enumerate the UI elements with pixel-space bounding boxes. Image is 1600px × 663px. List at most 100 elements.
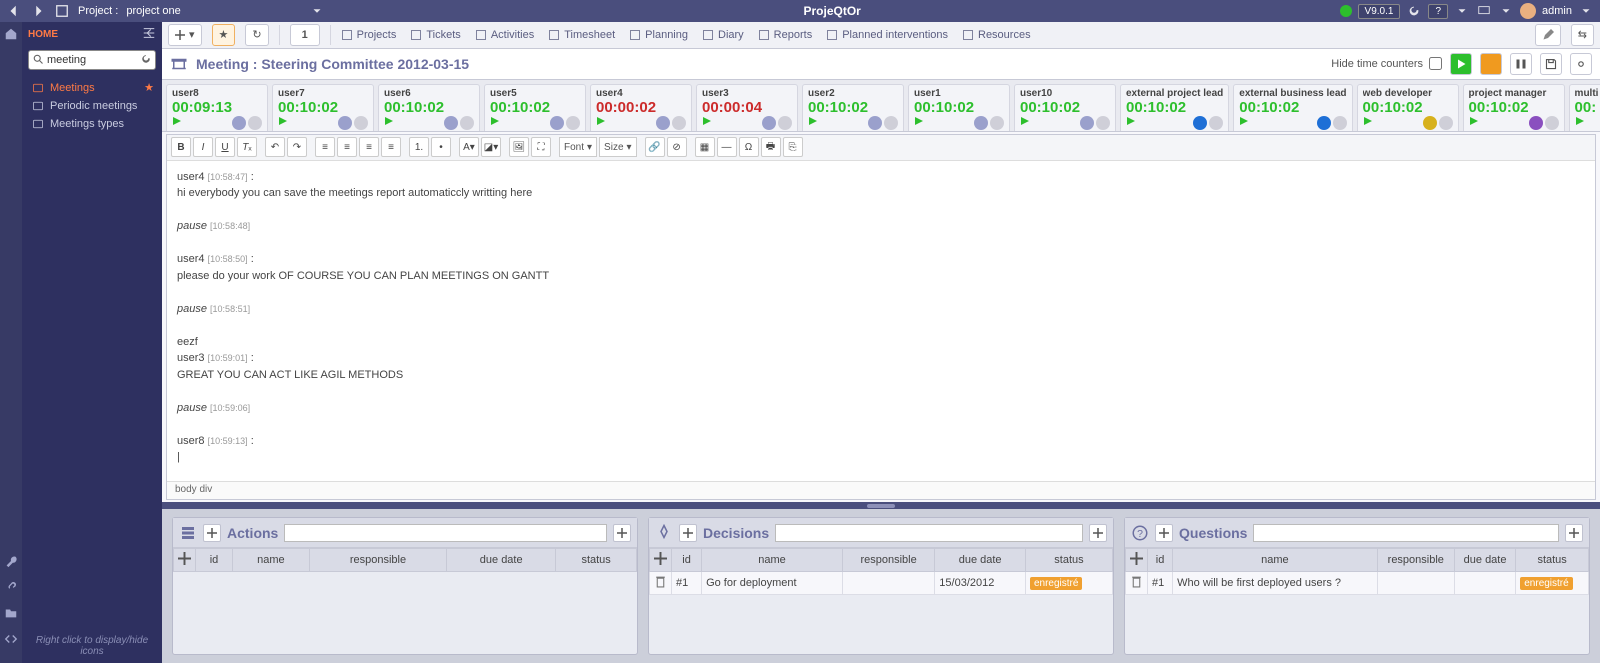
sidebar-item-2[interactable]: Meetings types [22, 115, 162, 133]
add-row-icon[interactable] [1130, 552, 1143, 565]
timer-play-icon[interactable] [1020, 116, 1030, 129]
col-header[interactable]: responsible [842, 549, 934, 572]
nav-tickets[interactable]: Tickets [410, 29, 460, 41]
add-row-icon[interactable] [654, 552, 667, 565]
col-header[interactable]: due date [1454, 549, 1515, 572]
actions-add-button[interactable] [203, 524, 221, 542]
save-button[interactable] [1540, 53, 1562, 75]
align-right-button[interactable]: ≡ [359, 137, 379, 157]
bookmark-button[interactable]: ★ [212, 24, 236, 46]
decisions-add-button[interactable] [679, 524, 697, 542]
sidebar-item-1[interactable]: Periodic meetings [22, 97, 162, 115]
timer-play-icon[interactable] [1239, 116, 1249, 129]
col-header[interactable]: due date [935, 549, 1026, 572]
questions-filter-input[interactable] [1253, 524, 1559, 542]
display-icon[interactable] [1476, 3, 1492, 19]
timer-play-icon[interactable] [1363, 116, 1373, 129]
chevron-down-icon-2[interactable] [1498, 3, 1514, 19]
history-button[interactable]: ↻ [245, 24, 268, 46]
copy-button[interactable]: ⎘ [783, 137, 803, 157]
horizontal-splitter[interactable] [162, 502, 1600, 509]
fullscreen-button[interactable]: ⛶ [531, 137, 551, 157]
project-name[interactable]: project one [126, 5, 180, 17]
col-header[interactable]: id [1148, 549, 1173, 572]
star-icon[interactable]: ★ [144, 81, 154, 94]
questions-add-button[interactable] [1155, 524, 1173, 542]
col-header[interactable]: id [672, 549, 702, 572]
nav-projects[interactable]: Projects [341, 29, 397, 41]
sidebar-home-label[interactable]: home [28, 29, 58, 40]
delete-row-icon[interactable] [654, 575, 667, 588]
collapse-sidebar-icon[interactable] [142, 26, 156, 43]
timer-play-icon[interactable] [172, 116, 182, 129]
col-header[interactable]: status [1516, 549, 1589, 572]
folder-icon[interactable] [3, 605, 19, 621]
user-name[interactable]: admin [1542, 5, 1572, 17]
timer-play-icon[interactable] [702, 116, 712, 129]
play-all-button[interactable] [1450, 53, 1472, 75]
nav-planning[interactable]: Planning [629, 29, 688, 41]
code-icon[interactable] [3, 631, 19, 647]
user-avatar[interactable] [1520, 3, 1536, 19]
timer-play-icon[interactable] [596, 116, 606, 129]
timer-play-icon[interactable] [914, 116, 924, 129]
nav-resources[interactable]: Resources [962, 29, 1031, 41]
col-header[interactable]: id [196, 549, 233, 572]
col-header[interactable]: status [1025, 549, 1112, 572]
decisions-expand-button[interactable] [1089, 524, 1107, 542]
align-center-button[interactable]: ≡ [337, 137, 357, 157]
timer-play-icon[interactable] [1126, 116, 1136, 129]
timer-play-icon[interactable] [1575, 116, 1585, 129]
image-button[interactable]: 🖼 [509, 137, 529, 157]
bold-button[interactable]: B [171, 137, 191, 157]
print-button[interactable]: 🖶 [761, 137, 781, 157]
actions-filter-input[interactable] [284, 524, 607, 542]
timer-play-icon[interactable] [490, 116, 500, 129]
refresh-icon[interactable] [1406, 3, 1422, 19]
col-header[interactable]: responsible [1377, 549, 1454, 572]
project-dropdown-icon[interactable] [309, 3, 325, 19]
col-header[interactable]: status [556, 549, 637, 572]
nav-diary[interactable]: Diary [702, 29, 744, 41]
col-header[interactable]: name [1173, 549, 1378, 572]
underline-button[interactable]: U [215, 137, 235, 157]
layout-toggle-icon[interactable]: ⇆ [1571, 24, 1594, 46]
home-icon[interactable] [3, 26, 19, 42]
columns-button[interactable] [1510, 53, 1532, 75]
forward-icon[interactable] [30, 3, 46, 19]
table-button[interactable]: ▦ [695, 137, 715, 157]
clear-format-button[interactable]: Tₓ [237, 137, 257, 157]
bgcolor-button[interactable]: ◪▾ [481, 137, 501, 157]
add-row-icon[interactable] [178, 552, 191, 565]
search-reload-icon[interactable] [140, 53, 152, 68]
textcolor-button[interactable]: A▾ [459, 137, 479, 157]
sidebar-search-input[interactable] [28, 50, 156, 70]
col-header[interactable]: responsible [309, 549, 446, 572]
table-row[interactable]: #1Who will be first deployed users ?enre… [1126, 572, 1589, 595]
col-header[interactable]: name [232, 549, 309, 572]
questions-expand-button[interactable] [1565, 524, 1583, 542]
timer-play-icon[interactable] [384, 116, 394, 129]
help-button[interactable]: ? [1428, 4, 1448, 19]
nav-reports[interactable]: Reports [758, 29, 813, 41]
unlink-button[interactable]: ⊘ [667, 137, 687, 157]
add-button[interactable]: ▾ [168, 24, 202, 46]
settings-button[interactable] [1570, 53, 1592, 75]
nav-activities[interactable]: Activities [475, 29, 534, 41]
delete-row-icon[interactable] [1130, 575, 1143, 588]
font-select[interactable]: Font ▾ [559, 137, 597, 157]
size-select[interactable]: Size ▾ [599, 137, 636, 157]
sidebar-item-0[interactable]: Meetings★ [22, 78, 162, 97]
chevron-down-icon[interactable] [1454, 3, 1470, 19]
editor-body[interactable]: user4 [10:58:47] :hi everybody you can s… [167, 161, 1595, 481]
list-ul-button[interactable]: • [431, 137, 451, 157]
link-icon[interactable] [3, 579, 19, 595]
link-button[interactable]: 🔗 [645, 137, 665, 157]
timer-play-icon[interactable] [808, 116, 818, 129]
redo-button[interactable]: ↷ [287, 137, 307, 157]
hide-counters-checkbox[interactable] [1429, 57, 1442, 70]
undo-button[interactable]: ↶ [265, 137, 285, 157]
nav-timesheet[interactable]: Timesheet [548, 29, 615, 41]
timer-play-icon[interactable] [1469, 116, 1479, 129]
timer-play-icon[interactable] [278, 116, 288, 129]
